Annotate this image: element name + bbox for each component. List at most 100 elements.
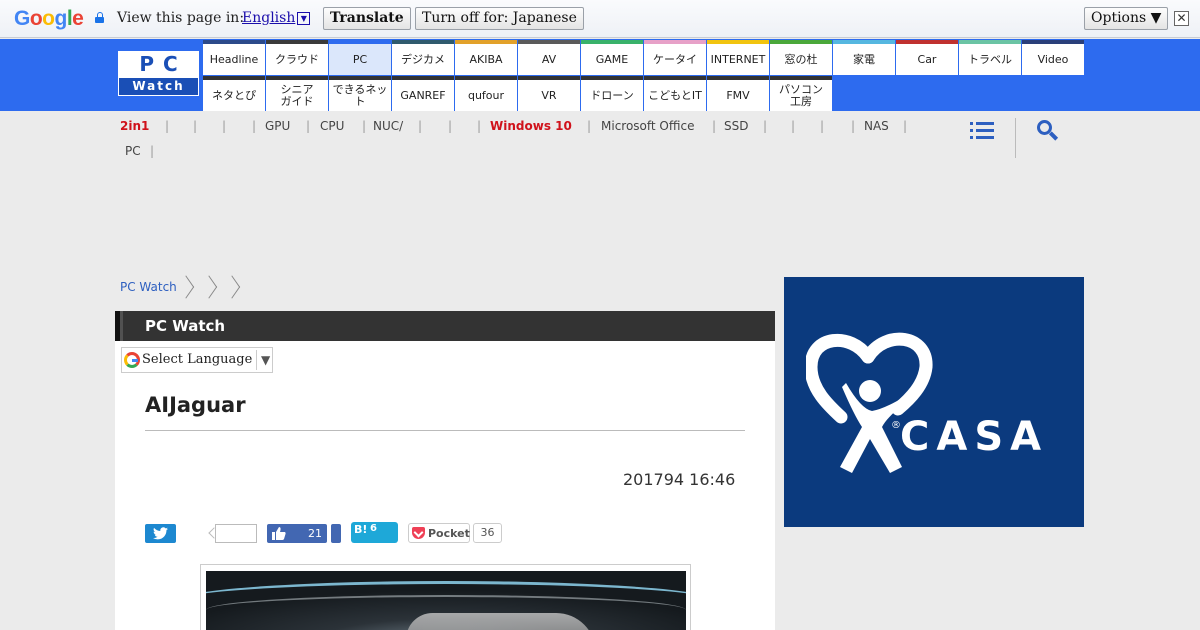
nav-item-9[interactable]: 窓の杜 (770, 40, 832, 75)
breadcrumb-home-link[interactable]: PC Watch (120, 280, 177, 294)
pocket-label: Pocket (428, 527, 470, 540)
breadcrumb: PC Watch (120, 280, 177, 294)
nav-sub-item-0[interactable]: ネタとぴ (203, 76, 265, 111)
nav-item-10[interactable]: 家電 (833, 40, 895, 75)
nav-sub-item-8[interactable]: FMV (707, 76, 769, 111)
topic-link[interactable]: Microsoft Office (601, 119, 694, 133)
topic-separator: | (820, 119, 825, 133)
turn-off-button[interactable]: Turn off for: Japanese (415, 7, 584, 30)
chevron-right-icon (183, 275, 193, 299)
chevron-down-icon: ▼ (256, 350, 270, 370)
ad-brand-text: CASA (900, 414, 1049, 460)
nav-item-11[interactable]: Car (896, 40, 958, 75)
menu-list-icon[interactable] (970, 120, 994, 140)
article-photo-frame (200, 564, 691, 630)
topic-link[interactable]: 2in1 (120, 119, 149, 133)
translate-bar: Google View this page in: English ▼ Trans… (0, 0, 1200, 38)
thumbs-up-icon (272, 527, 286, 540)
chevron-right-icon (206, 275, 216, 299)
advertisement[interactable]: ® CASA (784, 277, 1084, 527)
hatena-count: 6 (370, 523, 377, 534)
logo-pc-text: PC (139, 52, 187, 76)
google-g-icon (124, 352, 140, 368)
hatena-bookmark-button[interactable]: B! 6 (351, 522, 398, 543)
article-title: AIJaguar (145, 393, 246, 417)
topic-separator: | (193, 119, 198, 133)
nav-sub-item-3[interactable]: GANREF (392, 76, 454, 111)
pc-watch-logo[interactable]: PC Watch (118, 51, 199, 96)
google-logo-letter: G (14, 7, 30, 30)
google-logo: Google (14, 7, 84, 31)
topic-separator: | (851, 119, 856, 133)
google-logo-letter: o (42, 7, 55, 30)
hatena-icon: B! (354, 523, 368, 536)
twitter-share-button[interactable] (145, 524, 176, 543)
google-logo-letter: e (72, 7, 84, 30)
options-button[interactable]: Options ▼ (1084, 7, 1169, 30)
nav-item-7[interactable]: ケータイ (644, 40, 706, 75)
topic-separator: | (791, 119, 796, 133)
divider (1015, 118, 1016, 158)
nav-sub-item-1[interactable]: シニア ガイド (266, 76, 328, 111)
nav-item-8[interactable]: INTERNET (707, 40, 769, 75)
nav-sub-item-2[interactable]: できるネット (329, 76, 391, 111)
section-title: PC Watch (145, 317, 226, 335)
chevron-down-icon: ▼ (297, 12, 311, 25)
nav-item-5[interactable]: AV (518, 40, 580, 75)
lock-icon (95, 12, 104, 23)
language-dropdown[interactable]: English ▼ (242, 10, 311, 26)
facebook-share-button[interactable] (331, 524, 341, 543)
topic-separator: | (222, 119, 227, 133)
topic-separator: | (448, 119, 453, 133)
article: PC Watch Select Language ▼ AIJaguar 2017… (115, 311, 775, 630)
chevron-right-icon (229, 275, 239, 299)
google-logo-letter: g (54, 7, 68, 30)
search-icon[interactable] (1037, 120, 1059, 142)
close-icon[interactable]: ✕ (1174, 11, 1189, 26)
topic-link[interactable]: CPU (320, 119, 344, 133)
google-logo-letter: o (29, 7, 43, 30)
select-language-label: Select Language (142, 352, 253, 367)
topic-link[interactable]: Windows 10 (490, 119, 572, 133)
topic-link[interactable]: GPU (265, 119, 290, 133)
topic-link[interactable]: SSD (724, 119, 748, 133)
nav-item-2[interactable]: PC (329, 40, 391, 75)
topic-separator: | (150, 144, 155, 158)
topic-link[interactable]: NAS (864, 119, 889, 133)
language-label: English (242, 10, 296, 26)
facebook-like-count: 21 (308, 527, 322, 540)
nav-sub-item-9[interactable]: パソコン 工房 (770, 76, 832, 111)
topic-link[interactable]: PC (125, 144, 141, 158)
topic-separator: | (903, 119, 908, 133)
logo-watch-text: Watch (119, 78, 198, 95)
nav-item-3[interactable]: デジカメ (392, 40, 454, 75)
nav-sub-item-6[interactable]: ドローン (581, 76, 643, 111)
title-divider (145, 430, 745, 431)
nav-item-12[interactable]: トラベル (959, 40, 1021, 75)
nav-sub-item-4[interactable]: qufour (455, 76, 517, 111)
publish-date: 201794 16:46 (623, 470, 736, 489)
nav-item-1[interactable]: クラウド (266, 40, 328, 75)
pocket-button[interactable]: Pocket (408, 523, 470, 543)
topic-separator: | (712, 119, 717, 133)
article-photo[interactable] (206, 571, 686, 630)
pocket-icon (412, 527, 425, 539)
view-page-text: View this page in: (117, 10, 245, 26)
facebook-like-button[interactable]: 21 (267, 524, 327, 543)
nav-item-0[interactable]: Headline (203, 40, 265, 75)
nav-sub-item-7[interactable]: こどもとIT (644, 76, 706, 111)
topic-separator: | (587, 119, 592, 133)
topic-separator: | (477, 119, 482, 133)
section-header: PC Watch (115, 311, 775, 341)
nav-item-6[interactable]: GAME (581, 40, 643, 75)
select-language-dropdown[interactable]: Select Language ▼ (121, 347, 273, 373)
topic-separator: | (165, 119, 170, 133)
nav-item-4[interactable]: AKIBA (455, 40, 517, 75)
nav-sub-item-5[interactable]: VR (518, 76, 580, 111)
nav-item-13[interactable]: Video (1022, 40, 1084, 75)
translate-button[interactable]: Translate (323, 7, 411, 30)
topic-link[interactable]: NUC/ (373, 119, 403, 133)
topic-separator: | (418, 119, 423, 133)
twitter-icon (153, 527, 168, 540)
plusone-count (215, 524, 257, 543)
